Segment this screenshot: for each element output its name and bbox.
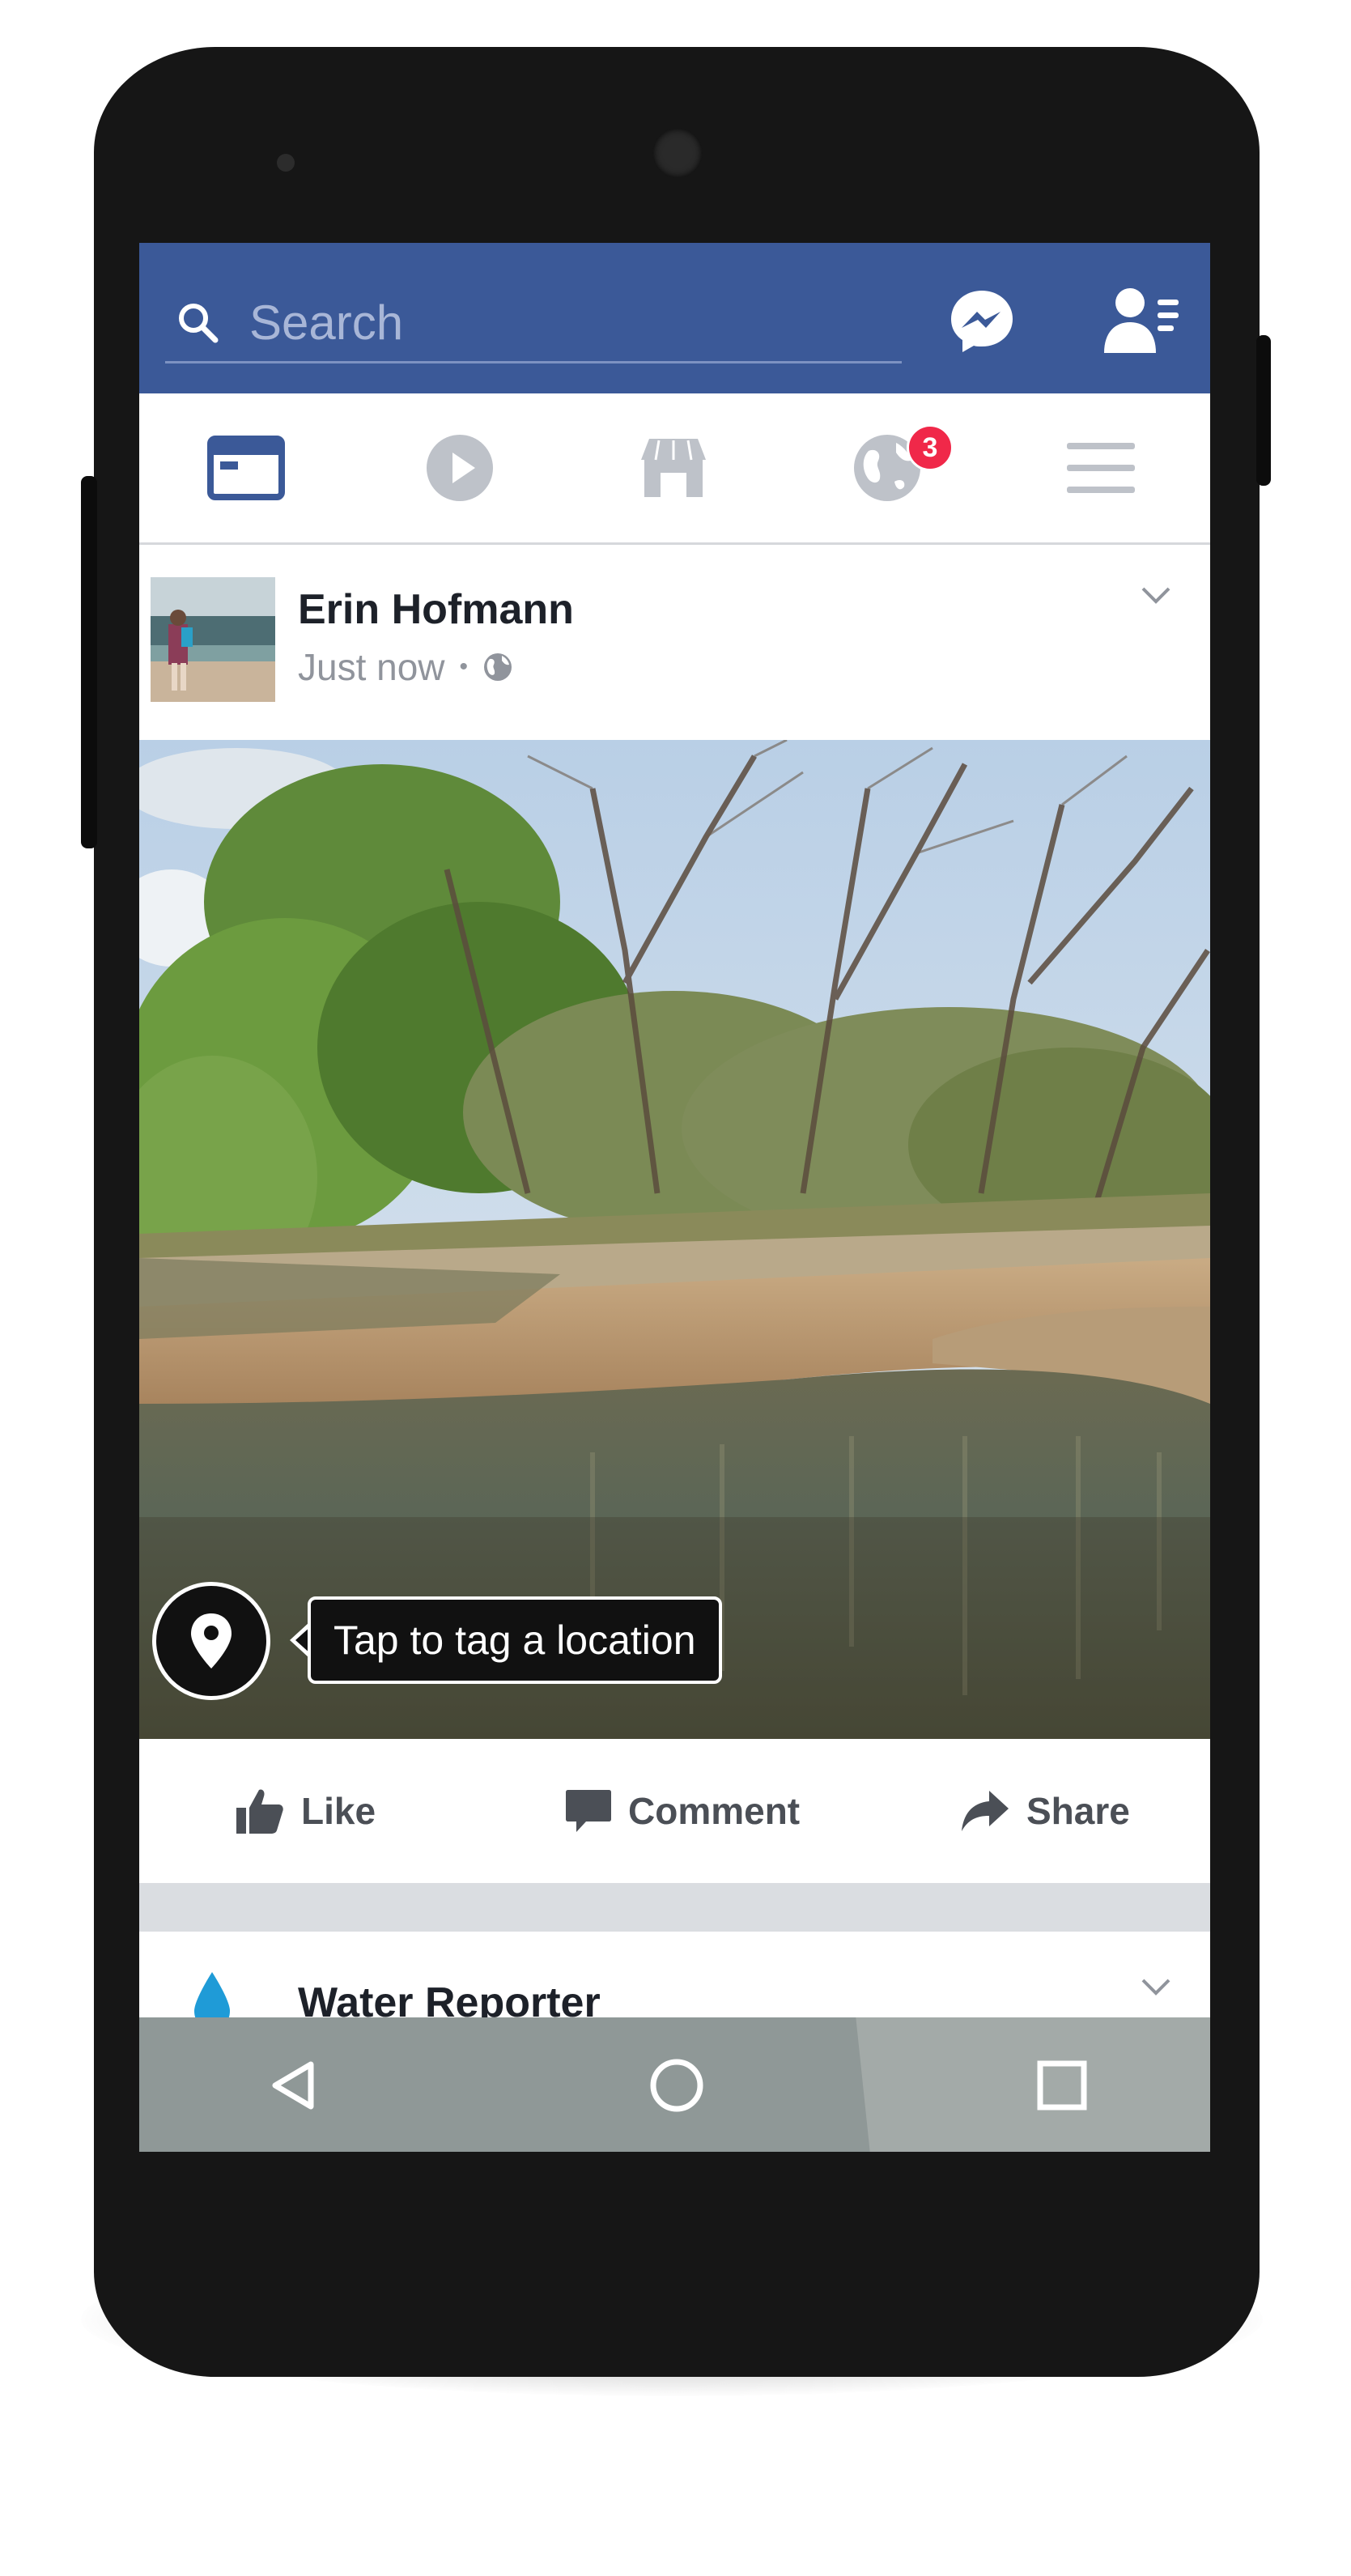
share-arrow-icon [962,1791,1009,1831]
tab-bar: 3 [139,393,1210,545]
recents-button[interactable] [1030,2053,1094,2118]
comment-bubble-icon [566,1790,611,1832]
location-pin-icon [191,1613,232,1668]
post-photo[interactable]: Tap to tag a location [139,740,1210,1739]
feed-separator [139,1883,1210,1932]
front-camera [652,128,703,178]
android-nav-bar [139,2017,1210,2152]
tab-watch[interactable] [353,393,567,542]
like-label: Like [301,1790,376,1832]
tab-marketplace[interactable] [567,393,780,542]
volume-button [81,476,97,848]
post-actions: Like Comment Share [139,1739,1210,1883]
tab-notifications[interactable]: 3 [780,393,994,542]
phone-screen: Search 3 Erin Hofmann Just now • Tap to … [139,243,1210,2152]
river-landscape-image [139,740,1210,1739]
avatar[interactable] [151,577,275,702]
chevron-down-icon[interactable] [1140,1975,1172,2000]
comment-button[interactable]: Comment [565,1739,800,1883]
video-play-icon [427,435,493,501]
home-circle-icon [650,2059,703,2112]
tab-news-feed[interactable] [139,393,353,542]
marketplace-icon [641,439,706,497]
messenger-icon[interactable] [949,288,1015,355]
notification-badge: 3 [907,424,954,471]
back-button[interactable] [261,2053,325,2118]
share-button[interactable]: Share [960,1739,1130,1883]
tab-menu[interactable] [994,393,1208,542]
search-field[interactable]: Search [165,280,902,363]
location-tooltip[interactable]: Tap to tag a location [308,1596,722,1684]
news-feed-icon [207,436,285,500]
search-placeholder: Search [249,295,404,350]
home-button[interactable] [644,2053,709,2118]
share-label: Share [1026,1790,1130,1832]
phone-frame: Search 3 Erin Hofmann Just now • Tap to … [81,47,1271,2377]
meta-separator: • [459,653,469,680]
search-icon [179,304,219,343]
post-meta: Just now • [298,645,513,689]
globe-icon [484,653,512,681]
back-triangle-icon [272,2061,314,2110]
power-button [1256,335,1271,486]
recents-square-icon [1037,2060,1087,2111]
post-author-name[interactable]: Erin Hofmann [298,585,574,634]
comment-label: Comment [628,1790,801,1832]
tag-location-button[interactable] [152,1582,270,1700]
friend-requests-icon[interactable] [1102,285,1180,355]
app-header: Search [139,243,1210,393]
next-post-header: Water Reporter [139,1932,1210,2030]
thumbs-up-icon [236,1789,283,1834]
chevron-down-icon[interactable] [1140,584,1172,608]
post-timestamp: Just now [298,646,445,688]
like-button[interactable]: Like [235,1739,376,1883]
sensor-dot [277,154,295,172]
hamburger-menu-icon [1067,443,1135,493]
post-header: Erin Hofmann Just now • [139,545,1210,739]
